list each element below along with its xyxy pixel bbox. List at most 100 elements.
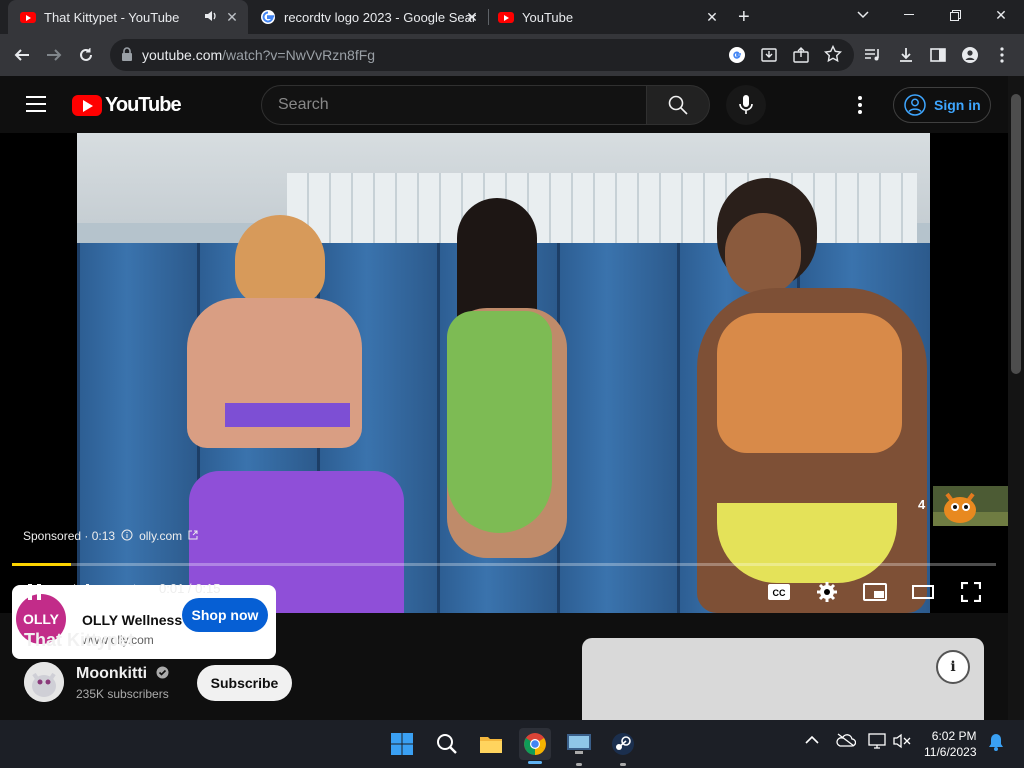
up-next-count: 4 <box>918 497 926 512</box>
ad-domain-link[interactable]: olly.com <box>139 529 182 544</box>
bookmark-star-icon[interactable] <box>823 44 843 68</box>
player-controls: 0:01 / 0:15 CC <box>0 569 1008 613</box>
pause-icon <box>28 584 41 600</box>
scrollbar-thumb[interactable] <box>1011 94 1021 374</box>
system-clock[interactable]: 6:02 PM 11/6/2023 <box>924 728 977 760</box>
page-scrollbar[interactable] <box>1008 76 1024 720</box>
side-panel-icon[interactable] <box>925 42 951 68</box>
theater-mode-button[interactable] <box>908 577 938 607</box>
miniplayer-icon <box>863 583 887 601</box>
settings-kebab-icon[interactable] <box>858 96 872 114</box>
subscriber-count: 235K subscribers <box>76 687 169 701</box>
close-tab-icon[interactable]: ✕ <box>464 9 480 25</box>
search-icon[interactable] <box>431 728 463 760</box>
mute-button[interactable] <box>114 577 144 607</box>
hamburger-menu-icon[interactable] <box>26 96 46 112</box>
youtube-logo[interactable]: YouTube <box>72 94 182 117</box>
video-title: That Kittypet <box>24 630 134 650</box>
network-icon[interactable] <box>868 733 886 752</box>
notification-bell-icon[interactable] <box>988 733 1004 754</box>
info-icon[interactable]: i <box>936 650 970 684</box>
search-input[interactable]: Search <box>261 85 647 125</box>
closed-captions-icon: CC <box>768 584 790 600</box>
remote-desktop-icon[interactable] <box>563 728 595 766</box>
video-frame[interactable] <box>77 133 930 613</box>
youtube-play-logo-icon <box>72 95 102 116</box>
google-favicon-icon <box>260 9 276 25</box>
subscribe-button[interactable]: Subscribe <box>197 665 292 701</box>
windows-taskbar: 6:02 PM 11/6/2023 <box>0 720 1024 768</box>
tab-google-search[interactable]: recordtv logo 2023 - Google Sear ✕ <box>248 0 488 34</box>
tab-title: recordtv logo 2023 - Google Sear <box>284 9 477 25</box>
youtube-favicon-icon <box>498 9 514 25</box>
tab-youtube-video[interactable]: That Kittypet - YouTube ✕ <box>8 0 248 34</box>
audio-playing-icon[interactable] <box>204 9 218 26</box>
pause-button[interactable] <box>20 577 50 607</box>
channel-name[interactable]: Moonkitti <box>76 665 169 683</box>
channel-avatar[interactable] <box>24 662 64 702</box>
clock-time: 6:02 PM <box>931 729 977 743</box>
subtitles-button[interactable]: CC <box>764 577 794 607</box>
google-lens-icon[interactable] <box>728 46 746 69</box>
sponsored-label: Sponsored · 0:13 <box>23 529 116 543</box>
minimize-icon[interactable] <box>886 0 932 30</box>
back-arrow-icon[interactable] <box>9 42 35 68</box>
tab-youtube-home[interactable]: YouTube ✕ <box>488 0 728 34</box>
profile-icon[interactable] <box>957 42 983 68</box>
media-controls-icon[interactable] <box>860 42 886 68</box>
time-display: 0:01 / 0:15 <box>159 581 221 596</box>
forward-arrow-icon[interactable] <box>41 42 67 68</box>
browser-toolbar: youtube.com/watch?v=NwVvRzn8fFg <box>0 34 1024 76</box>
miniplayer-button[interactable] <box>860 577 890 607</box>
progress-bar[interactable] <box>12 563 996 566</box>
ad-brand-name[interactable]: OLLY Wellness <box>82 612 182 628</box>
up-next-thumbnail[interactable] <box>933 486 1008 526</box>
youtube-favicon-icon <box>20 9 36 25</box>
new-tab-button[interactable]: + <box>738 6 758 28</box>
microphone-icon <box>739 95 753 114</box>
companion-ad-panel[interactable]: i <box>582 638 984 720</box>
fullscreen-button[interactable] <box>956 577 986 607</box>
settings-button[interactable] <box>812 577 842 607</box>
close-tab-icon[interactable]: ✕ <box>224 9 240 25</box>
address-bar[interactable]: youtube.com/watch?v=NwVvRzn8fFg <box>110 39 854 71</box>
verified-check-icon <box>156 666 169 679</box>
info-icon[interactable] <box>121 529 133 544</box>
sign-in-button[interactable]: Sign in <box>893 87 991 123</box>
volume-muted-icon[interactable] <box>893 733 911 752</box>
skip-next-icon <box>74 584 89 600</box>
video-player[interactable]: OLLY OLLY Wellness www.olly.com Shop now… <box>0 133 1008 659</box>
close-window-icon[interactable]: ✕ <box>978 0 1024 30</box>
search-button[interactable] <box>646 85 710 125</box>
file-explorer-icon[interactable] <box>475 728 507 760</box>
show-hidden-icons-chevron-icon[interactable] <box>805 732 819 748</box>
external-link-icon[interactable] <box>188 529 198 544</box>
restore-icon[interactable] <box>932 0 978 30</box>
next-button[interactable] <box>67 577 97 607</box>
steam-icon[interactable] <box>607 728 639 766</box>
chrome-menu-icon[interactable] <box>989 42 1015 68</box>
url-text: youtube.com/watch?v=NwVvRzn8fFg <box>142 47 376 63</box>
clock-date: 11/6/2023 <box>924 745 977 759</box>
sponsored-bar: Sponsored · 0:13 olly.com <box>23 529 198 544</box>
tab-search-chevron-icon[interactable] <box>840 0 886 30</box>
lock-icon[interactable] <box>122 47 132 61</box>
chrome-icon[interactable] <box>519 728 551 764</box>
share-icon[interactable] <box>792 46 810 69</box>
youtube-header: YouTube Search Sign in <box>0 76 1008 133</box>
reload-icon[interactable] <box>73 42 99 68</box>
gear-icon <box>817 582 837 602</box>
theater-mode-icon <box>912 585 934 599</box>
onedrive-offline-icon[interactable] <box>836 733 857 750</box>
close-tab-icon[interactable]: ✕ <box>704 9 720 25</box>
tab-title: That Kittypet - YouTube <box>44 9 180 25</box>
install-app-icon[interactable] <box>760 46 778 69</box>
browser-tab-strip: That Kittypet - YouTube ✕ recordtv logo … <box>0 0 1024 34</box>
voice-search-button[interactable] <box>726 85 766 125</box>
volume-icon <box>120 584 138 600</box>
search-icon <box>668 95 688 115</box>
account-circle-icon <box>904 94 926 116</box>
svg-text:CC: CC <box>773 588 786 598</box>
downloads-icon[interactable] <box>893 42 919 68</box>
windows-start-icon[interactable] <box>386 728 418 760</box>
